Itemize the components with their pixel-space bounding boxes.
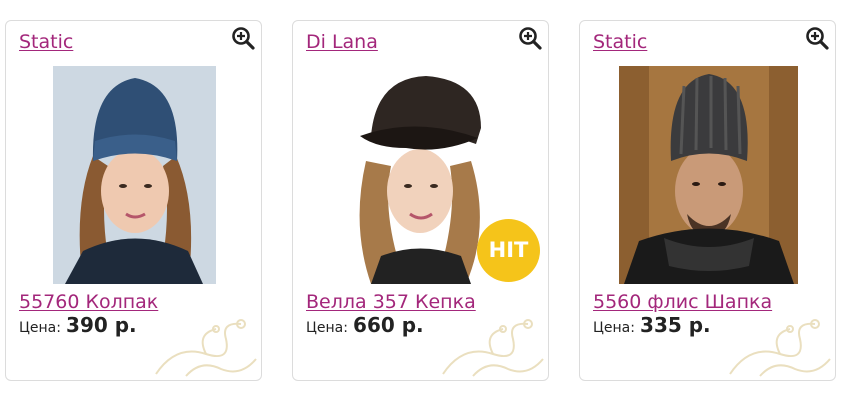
brand-link[interactable]: Static: [19, 31, 73, 53]
product-photo[interactable]: [53, 66, 216, 284]
price-value: 335 р.: [640, 313, 711, 337]
product-card: Static 5560 флис Шапка Цена: 335 р.: [579, 20, 836, 381]
price-value: 390 р.: [66, 313, 137, 337]
price: Цена: 660 р.: [306, 313, 424, 337]
price: Цена: 390 р.: [19, 313, 137, 337]
price-value: 660 р.: [353, 313, 424, 337]
product-photo[interactable]: [346, 66, 496, 284]
product-card: Di Lana HIT Велла 357 Кепка Цена: 660 р.: [292, 20, 549, 381]
product-grid: Static 55760 Колпак Цена: 390 р. Di Lana…: [0, 0, 852, 404]
price-label: Цена:: [306, 320, 348, 336]
product-title-link[interactable]: 5560 флис Шапка: [593, 291, 772, 313]
hit-badge: HIT: [477, 219, 540, 282]
floral-ornament: [155, 319, 257, 377]
price: Цена: 335 р.: [593, 313, 711, 337]
floral-ornament: [442, 319, 544, 377]
product-title-link[interactable]: 55760 Колпак: [19, 291, 158, 313]
product-photo[interactable]: [619, 66, 798, 284]
price-label: Цена:: [593, 320, 635, 336]
price-label: Цена:: [19, 320, 61, 336]
brand-link[interactable]: Di Lana: [306, 31, 378, 53]
zoom-in-icon[interactable]: [518, 26, 542, 50]
zoom-in-icon[interactable]: [805, 26, 829, 50]
brand-link[interactable]: Static: [593, 31, 647, 53]
zoom-in-icon[interactable]: [231, 26, 255, 50]
floral-ornament: [729, 319, 831, 377]
product-title-link[interactable]: Велла 357 Кепка: [306, 291, 476, 313]
product-card: Static 55760 Колпак Цена: 390 р.: [5, 20, 262, 381]
